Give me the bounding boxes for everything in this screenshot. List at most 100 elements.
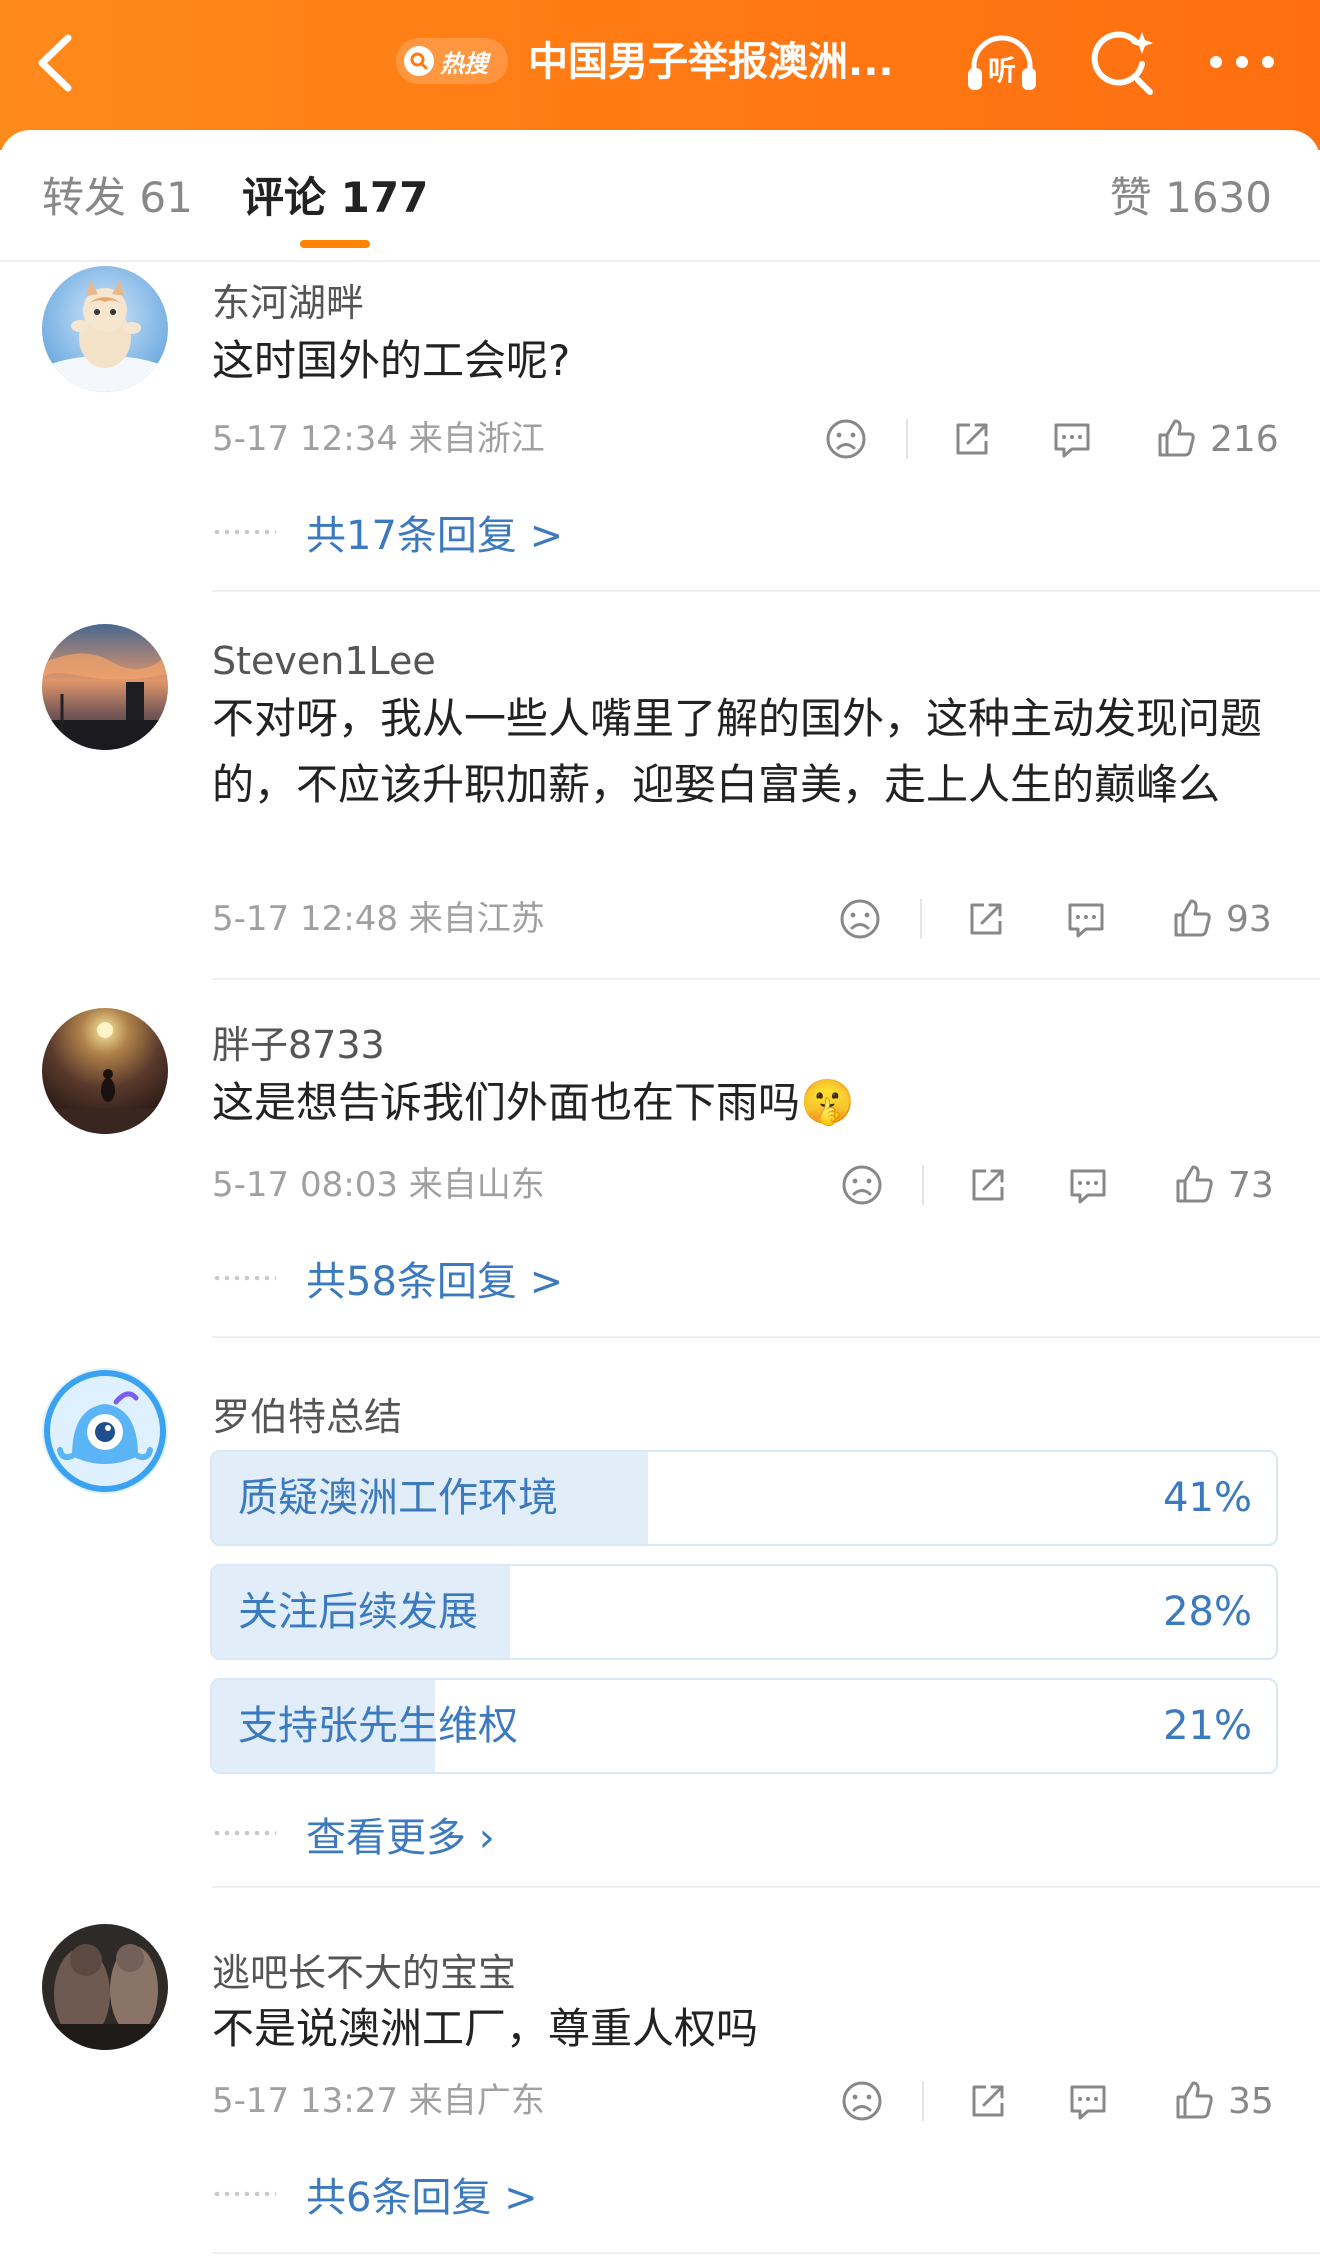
avatar[interactable] — [42, 1368, 168, 1494]
avatar[interactable] — [42, 1924, 168, 2050]
listen-label: 听 — [988, 54, 1016, 87]
dislike-button[interactable] — [840, 1160, 884, 1210]
like-button[interactable]: 93 — [1170, 894, 1272, 944]
share-icon — [972, 1169, 1004, 1201]
comment-username[interactable]: 逃吧长不大的宝宝 — [212, 1948, 516, 1998]
comment-username[interactable]: 胖子8733 — [212, 1020, 385, 1070]
dislike-button[interactable] — [824, 414, 868, 464]
comment-icon — [1070, 2085, 1106, 2120]
view-more-link[interactable]: 查看更多 › — [306, 1806, 495, 1862]
reply-button[interactable] — [1066, 2076, 1110, 2126]
share-button[interactable] — [966, 1160, 1010, 1210]
comment-username[interactable]: 东河湖畔 — [212, 278, 364, 328]
comment-username[interactable]: Steven1Lee — [212, 636, 436, 686]
sad-face-icon — [842, 2081, 882, 2121]
more-dots-icon — [1210, 56, 1274, 68]
reply-dots — [212, 527, 276, 537]
comment-meta: 5-17 08:03 来自山东 — [212, 1165, 545, 1205]
poll-option-label: 质疑澳洲工作环境 — [238, 1475, 558, 1521]
top-bar: 热搜 中国男子举报澳洲... 听 — [0, 0, 1320, 150]
search-icon — [404, 46, 434, 76]
back-button[interactable] — [32, 28, 82, 98]
search-button[interactable] — [1086, 28, 1162, 96]
shush-emoji: 🤫 — [800, 1077, 855, 1128]
page-title: 中国男子举报澳洲... — [528, 39, 894, 85]
hot-search-badge[interactable]: 热搜 — [396, 38, 508, 84]
sad-face-icon — [826, 419, 866, 459]
sparkle-search-icon — [1091, 31, 1153, 95]
like-count: 216 — [1210, 418, 1279, 460]
tab-bar: 转发 61 评论 177 赞 1630 — [0, 130, 1320, 262]
view-replies-link[interactable]: 共58条回复 > — [306, 1250, 563, 1306]
like-count: 73 — [1228, 1164, 1274, 1206]
poll-option[interactable]: 质疑澳洲工作环境 41% — [210, 1450, 1278, 1546]
like-button[interactable]: 73 — [1172, 1160, 1274, 1210]
thumbs-up-icon — [1176, 1165, 1213, 1203]
share-button[interactable] — [950, 414, 994, 464]
comment-text: 这时国外的工会呢? — [212, 336, 571, 385]
summary-username[interactable]: 罗伯特总结 — [212, 1392, 402, 1442]
comment-text: 这是想告诉我们外面也在下雨吗 — [212, 1078, 801, 1127]
tab-likes[interactable]: 赞 1630 — [1110, 170, 1272, 226]
comment-icon — [1068, 903, 1104, 938]
sad-face-icon — [840, 899, 880, 939]
headphones-icon: 听 — [968, 35, 1036, 90]
avatar[interactable] — [42, 266, 168, 392]
avatar[interactable] — [42, 624, 168, 750]
view-replies-link[interactable]: 共17条回复 > — [306, 504, 563, 560]
divider — [920, 899, 922, 939]
divider — [922, 2081, 924, 2121]
hot-search-label: 热搜 — [440, 49, 488, 78]
dislike-button[interactable] — [838, 894, 882, 944]
reply-dots — [212, 2189, 276, 2199]
like-button[interactable]: 35 — [1172, 2076, 1274, 2126]
share-button[interactable] — [966, 2076, 1010, 2126]
reply-button[interactable] — [1066, 1160, 1110, 1210]
divider — [212, 1886, 1320, 1888]
comment-text: 不对呀，我从一些人嘴里了解的国外，这种主动发现问题的，不应该升职加薪，迎娶白富美… — [212, 694, 1263, 809]
comment-meta: 5-17 13:27 来自广东 — [212, 2081, 545, 2121]
reply-dots — [212, 1828, 276, 1838]
divider — [212, 1336, 1320, 1338]
divider — [212, 978, 1320, 980]
listen-button[interactable]: 听 — [964, 28, 1040, 96]
share-button[interactable] — [964, 894, 1008, 944]
poll-option-percent: 21% — [1163, 1703, 1252, 1749]
thumbs-up-icon — [1174, 899, 1211, 937]
share-icon — [972, 2085, 1004, 2117]
like-button[interactable]: 216 — [1154, 414, 1279, 464]
dislike-button[interactable] — [840, 2076, 884, 2126]
poll-option-percent: 28% — [1163, 1589, 1252, 1635]
comment-meta: 5-17 12:34 来自浙江 — [212, 419, 545, 459]
divider — [212, 590, 1320, 592]
comment-meta: 5-17 12:48 来自江苏 — [212, 899, 545, 939]
more-button[interactable] — [1204, 28, 1280, 96]
share-icon — [956, 423, 988, 455]
tab-repost[interactable]: 转发 61 — [42, 170, 193, 226]
reply-button[interactable] — [1050, 414, 1094, 464]
divider — [922, 1165, 924, 1205]
poll-option[interactable]: 关注后续发展 28% — [210, 1564, 1278, 1660]
comment-text-row: 这是想告诉我们外面也在下雨吗🤫 — [212, 1070, 855, 1136]
comment-icon — [1070, 1169, 1106, 1204]
poll-option-percent: 41% — [1163, 1475, 1252, 1521]
reply-button[interactable] — [1064, 894, 1108, 944]
poll-option-label: 关注后续发展 — [238, 1589, 478, 1635]
tab-active-indicator — [300, 240, 370, 248]
sad-face-icon — [842, 1165, 882, 1205]
divider — [212, 2252, 1320, 2254]
comment-panel: 转发 61 评论 177 赞 1630 东河湖畔 这时国外的工会呢? 5-17 … — [0, 130, 1320, 2264]
avatar[interactable] — [42, 1008, 168, 1134]
divider — [906, 419, 908, 459]
comment-text: 不是说澳洲工厂，尊重人权吗 — [212, 2004, 759, 2053]
share-icon — [970, 903, 1002, 935]
poll-option-label: 支持张先生维权 — [238, 1703, 518, 1749]
thumbs-up-icon — [1158, 419, 1195, 457]
view-replies-link[interactable]: 共6条回复 > — [306, 2166, 538, 2222]
tab-comment[interactable]: 评论 177 — [242, 170, 428, 226]
poll-option[interactable]: 支持张先生维权 21% — [210, 1678, 1278, 1774]
like-count: 35 — [1228, 2080, 1274, 2122]
reply-dots — [212, 1273, 276, 1283]
comment-icon — [1054, 423, 1090, 458]
back-arrow-icon — [38, 34, 72, 92]
